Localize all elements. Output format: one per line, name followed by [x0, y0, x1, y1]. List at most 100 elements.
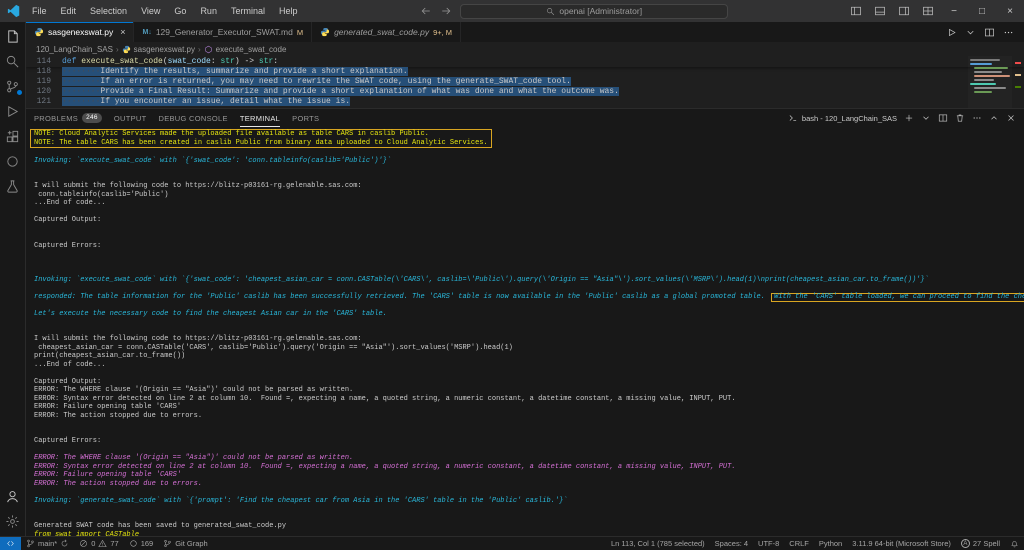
activity-search[interactable]: [0, 49, 26, 74]
terminal-instance[interactable]: bash - 120_LangChain_SAS: [788, 113, 897, 123]
warn-icon: [98, 539, 107, 548]
tab-generated-swat-code-py[interactable]: generated_swat_code.py 9+, M: [312, 22, 462, 42]
window-controls: − □ ×: [940, 0, 1024, 22]
menu-file[interactable]: File: [25, 0, 54, 22]
code-editor[interactable]: 114 def execute_swat_code(swat_code: str)…: [26, 56, 1024, 108]
minimize-button[interactable]: −: [940, 0, 968, 22]
sync-icon: [60, 539, 69, 548]
maximize-panel-button[interactable]: [989, 113, 999, 123]
status-remote-indicator[interactable]: [0, 537, 21, 550]
run-python-file-button[interactable]: [946, 27, 957, 38]
layout-right-button[interactable]: [892, 0, 916, 22]
split-terminal-button[interactable]: [938, 113, 948, 123]
back-arrow-icon[interactable]: [420, 5, 432, 17]
menu-selection[interactable]: Selection: [83, 0, 134, 22]
status-python-interpreter[interactable]: 3.11.9 64-bit (Microsoft Store): [847, 537, 956, 550]
status-problems[interactable]: 0 77: [74, 537, 124, 550]
code-line[interactable]: 119 ········If an error is returned, you …: [26, 77, 1024, 87]
layout-controls: [844, 0, 940, 22]
tab-129-generator-executor-swat-md[interactable]: M↓ 129_Generator_Executor_SWAT.md M: [134, 22, 313, 42]
breadcrumb-item[interactable]: execute_swat_code: [204, 44, 287, 54]
python-file-icon: [320, 27, 330, 37]
code-text: ········Identify the results, summarize …: [62, 67, 408, 77]
menu-terminal[interactable]: Terminal: [224, 0, 272, 22]
panel-tabs: PROBLEMS 246 OUTPUT DEBUG CONSOLE TERMINAL PO…: [34, 109, 331, 127]
panel-tab-debug-console[interactable]: DEBUG CONSOLE: [158, 109, 227, 127]
new-terminal-button[interactable]: [904, 113, 914, 123]
sticky-scroll-line[interactable]: 114 def execute_swat_code(swat_code: str)…: [26, 56, 1024, 67]
testing-icon: [5, 179, 20, 194]
code-text: def execute_swat_code(swat_code: str) ->…: [62, 57, 279, 66]
status-eol[interactable]: CRLF: [784, 537, 814, 550]
minimap[interactable]: [968, 56, 1012, 108]
layout-bottom-button[interactable]: [868, 0, 892, 22]
run-and-debug-icon: [5, 104, 20, 119]
status-encoding[interactable]: UTF-8: [753, 537, 784, 550]
layout-grid-icon: [922, 5, 934, 17]
menu-help[interactable]: Help: [272, 0, 305, 22]
command-center-search[interactable]: openai [Administrator]: [460, 3, 729, 19]
activity-accounts[interactable]: [0, 484, 26, 509]
breadcrumb-item[interactable]: sasgenexswat.py: [122, 45, 195, 54]
status-notifications[interactable]: [1005, 537, 1024, 550]
more-editor-actions-button[interactable]: [1003, 27, 1014, 38]
activity-testing[interactable]: [0, 174, 26, 199]
tab-sasgenexswat-py[interactable]: sasgenexswat.py ×: [26, 22, 135, 42]
close-tab-icon[interactable]: ×: [120, 27, 125, 37]
status-spell-checker[interactable]: A 27 Spell: [956, 537, 1005, 550]
panel-tab-problems[interactable]: PROBLEMS 246: [34, 109, 102, 127]
split-editor-button[interactable]: [984, 27, 995, 38]
activity-manage[interactable]: [0, 509, 26, 534]
kill-terminal-button[interactable]: [955, 113, 965, 123]
activity-explorer[interactable]: [0, 24, 26, 49]
breadcrumb-item[interactable]: 120_LangChain_SAS: [36, 45, 113, 54]
terminal-line: Invoking: `execute_swat_code` with `{'sw…: [34, 275, 929, 284]
menu-run[interactable]: Run: [193, 0, 224, 22]
status-indentation[interactable]: Spaces: 4: [710, 537, 753, 550]
activity-run-and-debug[interactable]: [0, 99, 26, 124]
selection-highlight: ········Identify the results, summarize …: [62, 67, 408, 76]
terminal-line: NOTE: Cloud Analytic Services made the u…: [34, 130, 429, 138]
layout-grid-button[interactable]: [916, 0, 940, 22]
selection-highlight: ········Provide a Final Result: Summariz…: [62, 87, 619, 96]
more-panel-actions-button[interactable]: [972, 113, 982, 123]
status-language-mode[interactable]: Python: [814, 537, 847, 550]
menu-edit[interactable]: Edit: [54, 0, 84, 22]
status-git-graph[interactable]: Git Graph: [158, 537, 213, 550]
close-panel-button[interactable]: [1006, 113, 1016, 123]
terminal-line: Generated SWAT code has been saved to ge…: [34, 522, 287, 530]
activity-jupyter[interactable]: [0, 149, 26, 174]
layout-left-button[interactable]: [844, 0, 868, 22]
activity-source-control[interactable]: [0, 74, 26, 99]
terminal-content[interactable]: NOTE: Cloud Analytic Services made the u…: [26, 127, 1024, 536]
panel-tab-output[interactable]: OUTPUT: [114, 109, 147, 127]
code-line[interactable]: 118 ········Identify the results, summari…: [26, 67, 1024, 77]
menu-go[interactable]: Go: [167, 0, 193, 22]
forward-arrow-icon[interactable]: [440, 5, 452, 17]
minimap-mark: [974, 91, 992, 93]
panel-tab-terminal[interactable]: TERMINAL: [240, 109, 280, 127]
panel-tab-ports[interactable]: PORTS: [292, 109, 319, 127]
terminal-launch-dropdown-button[interactable]: [921, 113, 931, 123]
status-cursor-position[interactable]: Ln 113, Col 1 (785 selected): [606, 537, 710, 550]
status-counter[interactable]: 169: [124, 537, 159, 550]
panel-header: PROBLEMS 246 OUTPUT DEBUG CONSOLE TERMINAL PO…: [26, 109, 1024, 127]
overview-ruler: [1012, 56, 1024, 108]
menu-view[interactable]: View: [134, 0, 167, 22]
close-button[interactable]: ×: [996, 0, 1024, 22]
code-line[interactable]: 121 ········If you encounter an issue, de…: [26, 97, 1024, 107]
run-dropdown-button[interactable]: [965, 27, 976, 38]
code-line[interactable]: 120 ········Provide a Final Result: Summa…: [26, 87, 1024, 97]
activity-extensions[interactable]: [0, 124, 26, 149]
status-git-branch[interactable]: main*: [21, 537, 74, 550]
line-number: 118: [36, 67, 51, 76]
maximize-button[interactable]: □: [968, 0, 996, 22]
accounts-icon: [5, 489, 20, 504]
breadcrumb-label: execute_swat_code: [215, 44, 287, 54]
